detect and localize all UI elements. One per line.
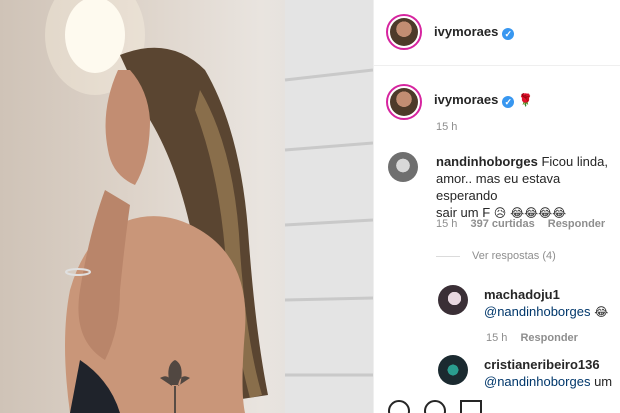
view-replies-label[interactable]: Ver respostas (4) xyxy=(472,250,556,262)
caption-username[interactable]: ivymoraes ✓ 🌹 xyxy=(434,92,533,108)
post-photo[interactable] xyxy=(0,0,373,413)
reply-time: 15 h xyxy=(486,332,508,344)
reply-text: um xyxy=(590,374,613,389)
reply-avatar[interactable] xyxy=(438,355,468,385)
replies-divider xyxy=(436,255,460,257)
reply-meta: 15 h Responder xyxy=(486,332,588,344)
header-username[interactable]: ivymoraes ✓ xyxy=(434,24,515,40)
commenter-avatar[interactable] xyxy=(388,152,418,182)
reply-mention[interactable]: @nandinhoborges xyxy=(484,374,590,389)
reply-body: machadoju1 @nandinhoborges 😂 xyxy=(484,286,619,321)
comment-icon[interactable] xyxy=(424,400,446,413)
reply-username[interactable]: cristianeribeiro136 xyxy=(484,357,600,372)
author-avatar[interactable] xyxy=(386,14,422,50)
caption-username-text[interactable]: ivymoraes xyxy=(434,92,498,107)
comment-likes[interactable]: 397 curtidas xyxy=(470,218,534,230)
comment-text-line1: Ficou linda, xyxy=(537,154,608,169)
rose-emoji: 🌹 xyxy=(517,93,533,107)
comment-text-line2: amor.. mas eu estava esperando xyxy=(436,171,561,203)
view-replies-button[interactable]: Ver respostas (4) xyxy=(436,250,556,262)
post-image xyxy=(45,0,373,413)
header-username-text[interactable]: ivymoraes xyxy=(434,24,498,39)
verified-icon: ✓ xyxy=(502,28,515,40)
reply-emoji: 😂 xyxy=(590,305,609,319)
comment-meta: 15 h 397 curtidas Responder xyxy=(436,218,615,230)
comment-time: 15 h xyxy=(436,218,458,230)
commenter-username[interactable]: nandinhoborges xyxy=(436,154,538,169)
caption-time: 15 h xyxy=(436,121,458,133)
action-bar xyxy=(388,400,496,413)
reply-body: cristianeribeiro136 @nandinhoborges um xyxy=(484,356,619,390)
reply-mention[interactable]: @nandinhoborges xyxy=(484,304,590,319)
reply-button[interactable]: Responder xyxy=(548,218,605,230)
share-icon[interactable] xyxy=(460,400,482,413)
comments-panel: ivymoraes ✓ ivymoraes ✓ 🌹 15 h nandinhobor… xyxy=(373,0,620,413)
like-icon[interactable] xyxy=(388,400,410,413)
reply-reply-button[interactable]: Responder xyxy=(520,332,577,344)
comment-body: nandinhoborges Ficou linda, amor.. mas e… xyxy=(436,153,616,222)
reply-avatar[interactable] xyxy=(438,285,468,315)
post-header: ivymoraes ✓ xyxy=(374,0,620,66)
verified-icon: ✓ xyxy=(502,96,515,108)
reply-username[interactable]: machadoju1 xyxy=(484,287,560,302)
caption-avatar[interactable] xyxy=(386,84,422,120)
